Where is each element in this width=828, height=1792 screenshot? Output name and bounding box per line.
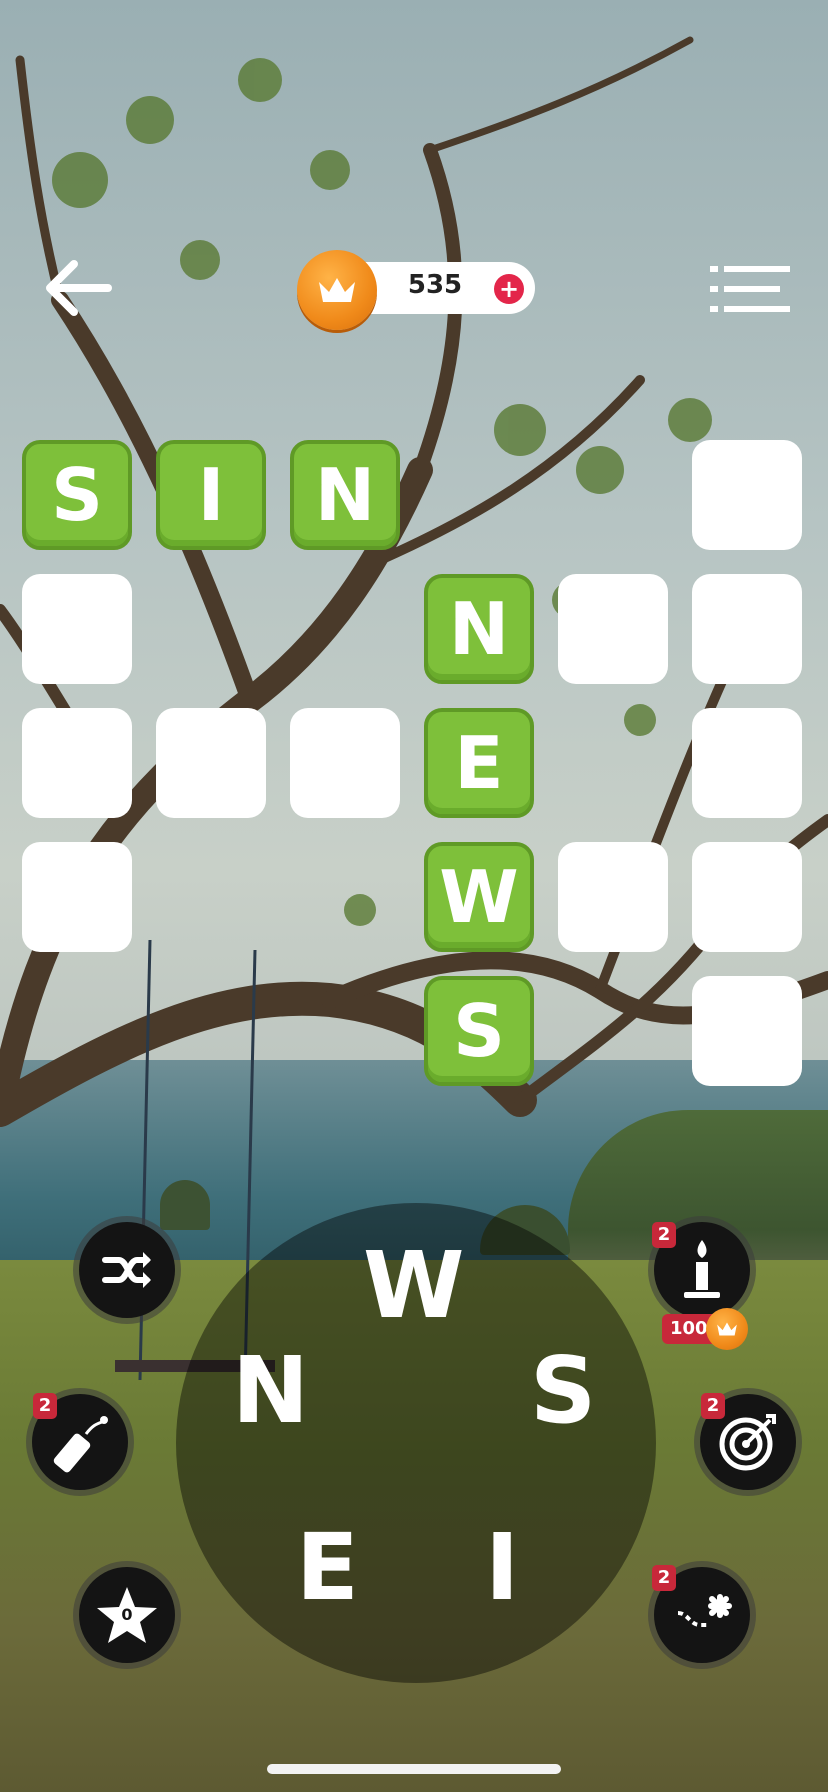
dynamite-count-badge: 2	[33, 1393, 57, 1419]
tile-letter	[692, 976, 802, 1086]
back-arrow-icon[interactable]	[42, 258, 114, 318]
tile-letter	[290, 708, 400, 818]
tile-letter	[558, 842, 668, 952]
empty-tile	[558, 842, 668, 952]
empty-tile	[692, 574, 802, 684]
empty-tile	[558, 574, 668, 684]
levels-menu-icon[interactable]	[710, 264, 790, 314]
buy-coins-button[interactable]: +	[494, 274, 524, 304]
tile-letter	[692, 574, 802, 684]
empty-tile	[692, 708, 802, 818]
letter-tile: S	[424, 976, 534, 1086]
tile-letter	[692, 708, 802, 818]
empty-tile	[22, 842, 132, 952]
tile-letter: W	[439, 855, 519, 939]
tile-letter	[692, 440, 802, 550]
crown-coin-icon	[297, 250, 377, 330]
wheel-letter-e[interactable]: E	[296, 1522, 359, 1614]
crown-coin-icon	[706, 1308, 748, 1350]
target-count-badge: 2	[701, 1393, 725, 1419]
empty-tile	[290, 708, 400, 818]
home-indicator[interactable]	[267, 1764, 561, 1774]
tile-letter: N	[314, 453, 376, 537]
letter-tile: N	[290, 440, 400, 550]
star-count: 0	[121, 1605, 133, 1624]
tile-letter: S	[453, 989, 505, 1073]
tile-letter: E	[454, 721, 504, 805]
empty-tile	[22, 708, 132, 818]
empty-tile	[156, 708, 266, 818]
tile-letter	[22, 708, 132, 818]
empty-tile	[692, 440, 802, 550]
coin-count: 535	[407, 270, 463, 300]
candle-count-badge: 2	[652, 1222, 676, 1248]
tile-letter	[22, 574, 132, 684]
tile-letter	[156, 708, 266, 818]
tile-letter	[692, 842, 802, 952]
empty-tile	[692, 842, 802, 952]
shuffle-button[interactable]	[79, 1222, 175, 1318]
letter-tile: E	[424, 708, 534, 818]
tile-letter: S	[51, 453, 103, 537]
letter-tile: I	[156, 440, 266, 550]
empty-tile	[22, 574, 132, 684]
tile-letter: I	[197, 453, 225, 537]
path-hint-count-badge: 2	[652, 1565, 676, 1591]
letter-tile: S	[22, 440, 132, 550]
wheel-letter-i[interactable]: I	[485, 1522, 519, 1614]
empty-tile	[692, 976, 802, 1086]
tile-letter	[558, 574, 668, 684]
letter-tile: N	[424, 574, 534, 684]
wheel-letter-n[interactable]: N	[232, 1345, 309, 1437]
shuffle-icon	[102, 1252, 151, 1288]
tile-letter: N	[448, 587, 510, 671]
star-button[interactable]: 0	[79, 1567, 175, 1663]
letter-tile: W	[424, 842, 534, 952]
wheel-letter-s[interactable]: S	[530, 1345, 596, 1437]
tile-letter	[22, 842, 132, 952]
wheel-letter-w[interactable]: W	[363, 1240, 464, 1332]
